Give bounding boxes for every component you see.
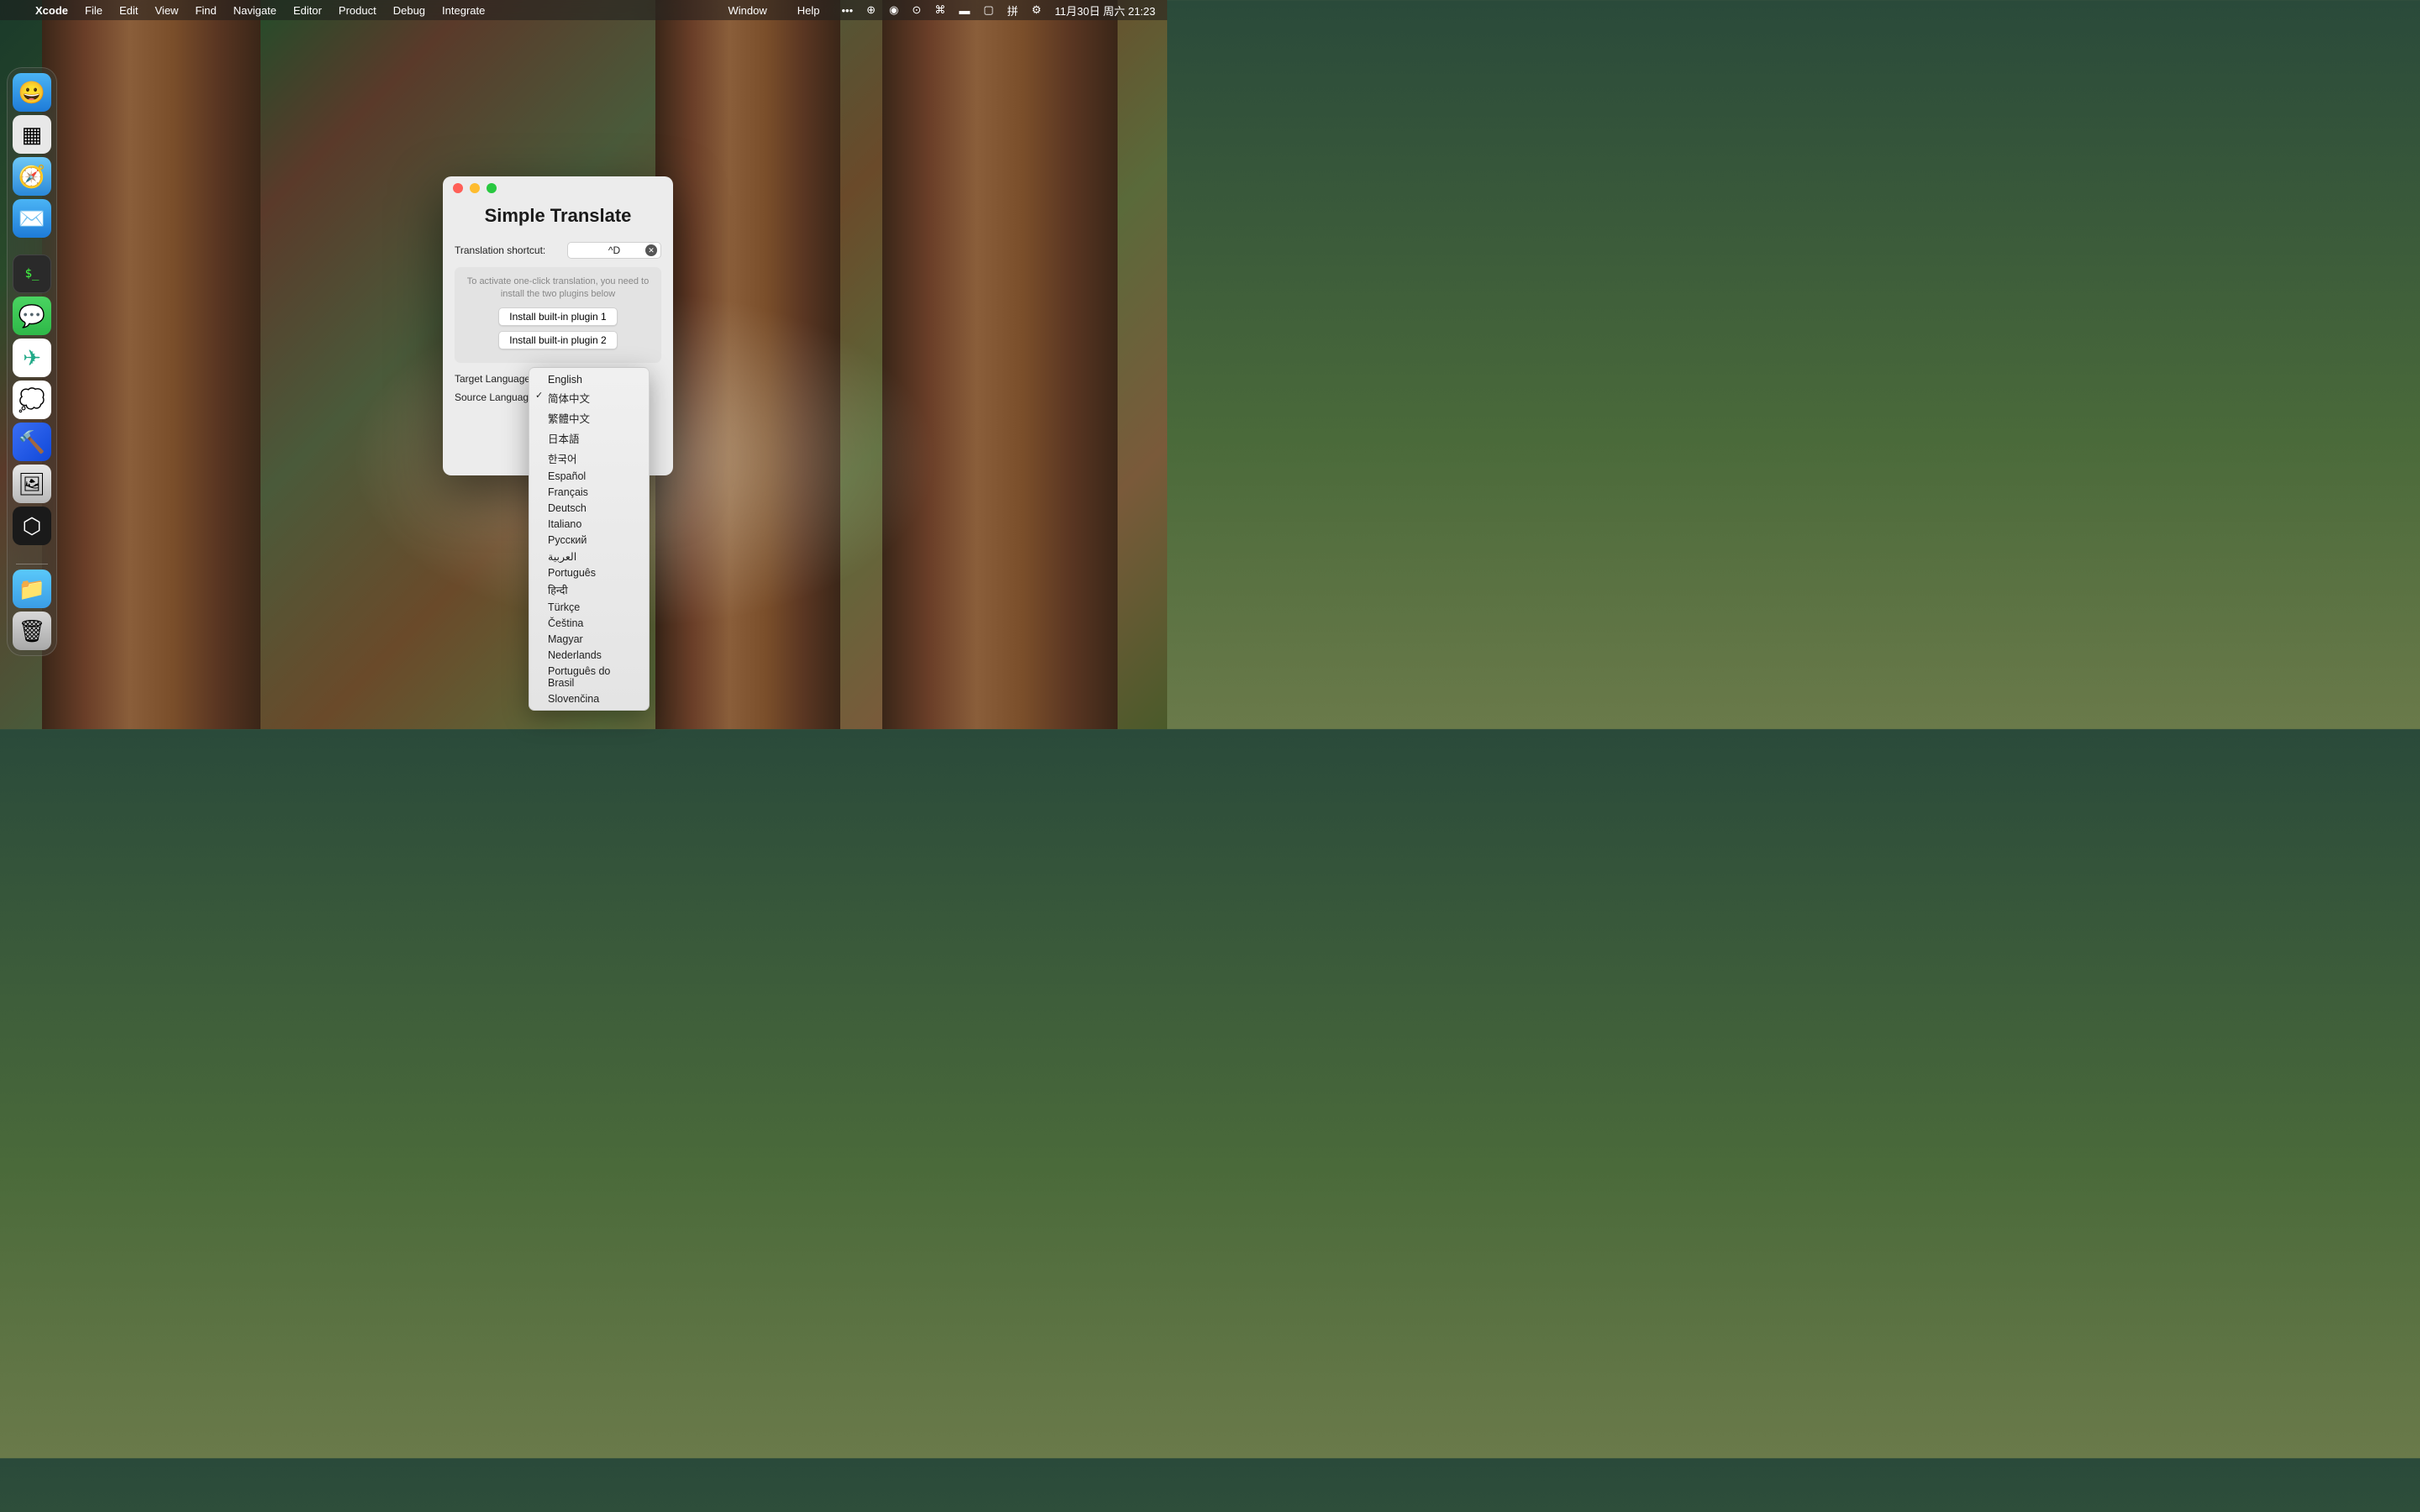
status-battery-icon[interactable]: ▬ (959, 4, 970, 17)
menu-file[interactable]: File (76, 4, 111, 17)
target-language-label: Target Language (455, 373, 530, 385)
lang-option-hindi[interactable]: हिन्दी (529, 580, 649, 599)
lang-option-slovak[interactable]: Slovenčina (529, 690, 649, 706)
lang-option-french[interactable]: Français (529, 484, 649, 500)
close-icon[interactable] (453, 183, 463, 193)
dock-preview-icon[interactable]: 🖼 (13, 465, 51, 503)
menu-product[interactable]: Product (330, 4, 385, 17)
status-datetime[interactable]: 11月30日 周六 21:23 (1055, 3, 1155, 18)
dock-mail-icon[interactable]: ✉️ (13, 199, 51, 238)
menubar: Xcode File Edit View Find Navigate Edito… (0, 0, 1167, 20)
lang-option-turkish[interactable]: Türkçe (529, 599, 649, 615)
menu-editor[interactable]: Editor (285, 4, 330, 17)
lang-option-simplified-chinese[interactable]: ✓简体中文 (529, 387, 649, 407)
menu-navigate[interactable]: Navigate (225, 4, 285, 17)
lang-option-english[interactable]: English (529, 371, 649, 387)
menu-window[interactable]: Window (720, 4, 776, 17)
status-more-icon[interactable]: ••• (842, 4, 854, 17)
status-input-icon[interactable]: 拼 (1007, 3, 1018, 18)
lang-option-german[interactable]: Deutsch (529, 500, 649, 516)
lang-option-arabic[interactable]: العربية (529, 548, 649, 564)
menu-find[interactable]: Find (187, 4, 224, 17)
menu-integrate[interactable]: Integrate (434, 4, 493, 17)
status-power-icon[interactable]: ▢ (983, 3, 993, 17)
lang-option-spanish[interactable]: Español (529, 468, 649, 484)
lang-option-korean[interactable]: 한국어 (529, 448, 649, 468)
dock-launchpad-icon[interactable]: ▦ (13, 115, 51, 154)
dock-safari-icon[interactable]: 🧭 (13, 157, 51, 196)
status-play-icon[interactable]: ⊙ (912, 3, 921, 17)
install-plugin-1-button[interactable]: Install built-in plugin 1 (498, 307, 617, 326)
minimize-icon[interactable] (470, 183, 480, 193)
dock-thunderbird-icon[interactable]: ✈ (13, 339, 51, 377)
dock: 😀 ▦ 🧭 ✉️ $_ 💬 ✈ 💭 🔨 🖼 ⬡ 📁 🗑 (7, 67, 57, 656)
install-plugin-2-button[interactable]: Install built-in plugin 2 (498, 331, 617, 349)
lang-option-czech[interactable]: Čeština (529, 615, 649, 631)
app-title: Simple Translate (443, 200, 673, 242)
menu-help[interactable]: Help (789, 4, 829, 17)
dock-trash-icon[interactable]: 🗑 (13, 612, 51, 650)
dock-wechat-icon[interactable]: 💬 (13, 297, 51, 335)
checkmark-icon: ✓ (535, 390, 543, 401)
status-github-icon[interactable]: ◉ (889, 3, 898, 17)
dock-documents-icon[interactable]: 📁 (13, 570, 51, 608)
lang-option-hungarian[interactable]: Magyar (529, 631, 649, 647)
dock-app-icon[interactable]: ⬡ (13, 507, 51, 545)
lang-option-portuguese-brazil[interactable]: Português do Brasil (529, 663, 649, 690)
clear-shortcut-icon[interactable]: ✕ (645, 244, 657, 256)
dock-wecom-icon[interactable]: 💭 (13, 381, 51, 419)
titlebar[interactable] (443, 176, 673, 200)
shortcut-input[interactable]: ^D ✕ (567, 242, 661, 259)
lang-option-japanese[interactable]: 日本語 (529, 428, 649, 448)
dock-finder-icon[interactable]: 😀 (13, 73, 51, 112)
menu-debug[interactable]: Debug (385, 4, 434, 17)
status-control-center-icon[interactable]: ⚙ (1032, 3, 1042, 17)
plugin-info-text: To activate one-click translation, you n… (463, 276, 653, 301)
shortcut-value: ^D (608, 244, 620, 256)
lang-option-portuguese[interactable]: Português (529, 564, 649, 580)
dock-xcode-icon[interactable]: 🔨 (13, 423, 51, 461)
menu-edit[interactable]: Edit (111, 4, 146, 17)
status-shortcut-icon[interactable]: ⌘ (934, 3, 945, 17)
lang-option-russian[interactable]: Русский (529, 532, 649, 548)
plugin-info-box: To activate one-click translation, you n… (455, 267, 661, 363)
dock-terminal-icon[interactable]: $_ (13, 255, 51, 293)
source-language-label: Source Language (455, 391, 534, 403)
lang-option-dutch[interactable]: Nederlands (529, 647, 649, 663)
zoom-icon[interactable] (487, 183, 497, 193)
shortcut-label: Translation shortcut: (455, 244, 545, 256)
language-dropdown[interactable]: English ✓简体中文 繁體中文 日本語 한국어 Español Franç… (529, 367, 650, 711)
status-globe-icon[interactable]: ⊕ (866, 3, 876, 17)
menu-view[interactable]: View (146, 4, 187, 17)
menu-app-name[interactable]: Xcode (27, 4, 76, 17)
lang-option-traditional-chinese[interactable]: 繁體中文 (529, 407, 649, 428)
lang-option-italian[interactable]: Italiano (529, 516, 649, 532)
